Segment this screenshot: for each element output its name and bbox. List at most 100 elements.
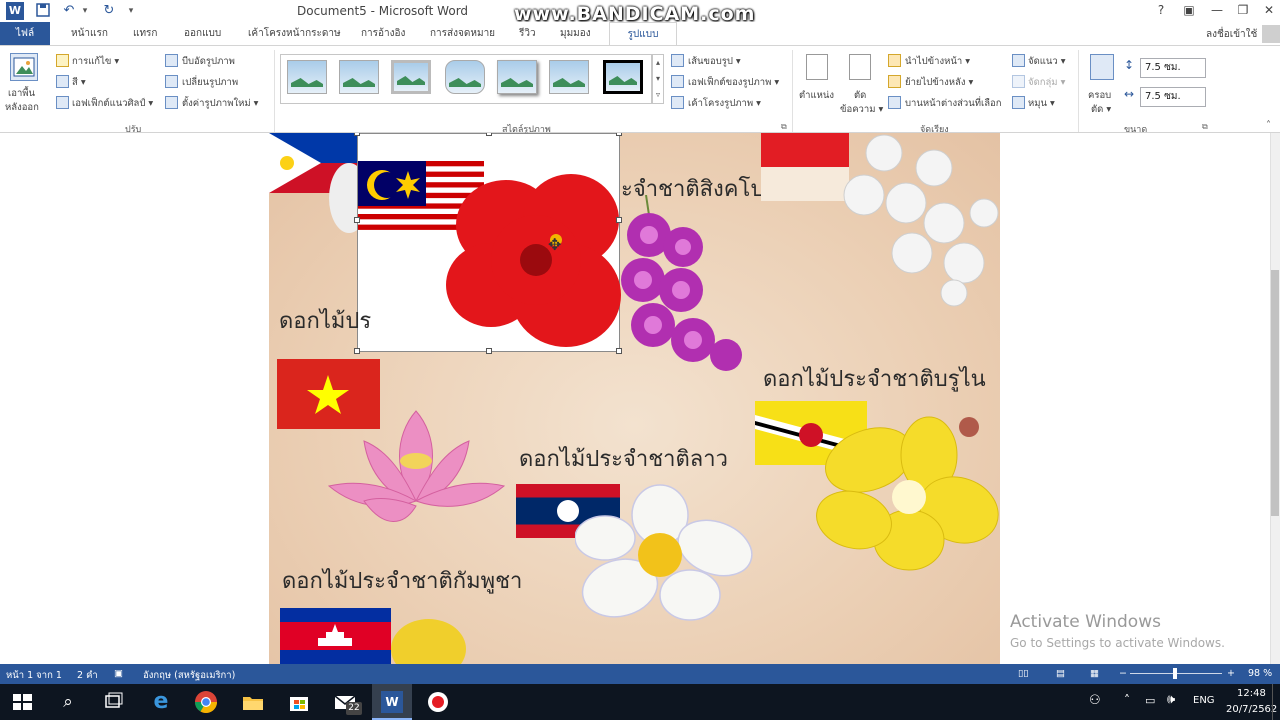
color-button[interactable]: สี ▾ [72,75,86,90]
proofing-icon[interactable]: ▣ [114,668,123,679]
redo-icon[interactable]: ↻ [100,2,118,20]
tab-references[interactable]: การอ้างอิง [361,26,405,41]
task-view-icon[interactable] [100,689,126,715]
clock-time[interactable]: 12:48 [1237,688,1266,699]
picture-style-thumb[interactable] [497,60,537,94]
crop-button[interactable]: ครอบ [1088,88,1111,103]
taskbar-word-active[interactable]: W [372,684,412,720]
tab-review[interactable]: รีวิว [519,26,536,41]
position-button[interactable]: ตำแหน่ง [799,88,834,103]
tab-file[interactable]: ไฟล์ [0,22,50,45]
reset-picture-icon[interactable] [165,96,178,109]
word-taskbar-icon[interactable]: W [381,691,403,713]
selected-picture-malaysia[interactable] [354,133,622,354]
send-backward-icon[interactable] [888,75,901,88]
size-dialog-launcher-icon[interactable]: ⧉ [1202,122,1208,132]
group-objects-button[interactable]: จัดกลุ่ม ▾ [1028,75,1065,90]
align-button[interactable]: จัดแนว ▾ [1028,54,1065,69]
picture-layout-button[interactable]: เค้าโครงรูปภาพ ▾ [688,96,761,111]
word-count[interactable]: 2 คำ [77,668,98,683]
file-explorer-icon[interactable] [240,689,266,715]
zoom-slider-thumb[interactable] [1172,668,1177,679]
zoom-percent[interactable]: 98 % [1248,668,1272,679]
crop-button-2[interactable]: ตัด ▾ [1091,102,1111,117]
resize-handle[interactable] [486,133,492,136]
send-backward-button[interactable]: ย้ายไปข้างหลัง ▾ [905,75,973,90]
yellow-flower-image[interactable] [814,415,1000,573]
resize-handle[interactable] [354,133,360,136]
resize-handle[interactable] [616,217,622,223]
battery-icon[interactable]: ▭ [1145,694,1155,707]
artistic-effects-button[interactable]: เอฟเฟ็กต์แนวศิลป์ ▾ [72,96,153,111]
selection-pane-icon[interactable] [888,96,901,109]
hibiscus-image[interactable] [446,170,621,352]
page-count[interactable]: หน้า 1 จาก 1 [6,668,62,683]
tab-home[interactable]: หน้าแรก [71,26,108,41]
chrome-icon[interactable] [193,689,219,715]
remove-background-icon[interactable] [10,53,38,81]
windows-start-icon[interactable] [9,689,35,715]
cambodia-flag[interactable] [280,608,391,664]
input-language[interactable]: ENG [1193,695,1215,706]
document-page[interactable]: ะจำชาติสิงคโปร์ ✥ ดอกไม้ปร ดอกไม้ประจำชา… [269,133,1000,664]
word-app-icon[interactable]: W [6,2,24,20]
avatar[interactable] [1262,25,1280,43]
group-objects-icon[interactable] [1012,75,1025,88]
picture-effects-button[interactable]: เอฟเฟ็กต์ของรูปภาพ ▾ [688,75,779,90]
wrap-text-button-2[interactable]: ข้อความ ▾ [840,102,883,117]
picture-style-thumb[interactable] [445,60,485,94]
picture-style-thumb[interactable] [603,60,643,94]
print-layout-icon[interactable]: ▤ [1056,668,1065,679]
position-icon[interactable] [806,54,828,80]
frangipani-image[interactable] [574,483,755,623]
store-icon[interactable] [286,689,312,715]
dialog-launcher-icon[interactable]: ⧉ [781,122,787,132]
tab-format[interactable]: รูปแบบ [609,22,677,45]
height-input[interactable]: 7.5 ซม. [1140,58,1206,78]
selection-pane-button[interactable]: บานหน้าต่างส่วนที่เลือก [905,96,1002,111]
scrollbar-thumb[interactable] [1271,270,1279,516]
resize-handle[interactable] [354,348,360,354]
lotus-image[interactable] [324,391,509,531]
show-desktop-button[interactable] [1272,684,1280,720]
tab-insert[interactable]: แทรก [133,26,157,41]
zoom-out-button[interactable]: − [1119,668,1127,679]
tab-layout[interactable]: เค้าโครงหน้ากระดาษ [248,26,341,41]
corrections-button[interactable]: การแก้ไข ▾ [72,54,119,69]
language-indicator[interactable]: อังกฤษ (สหรัฐอเมริกา) [143,668,235,683]
change-picture-icon[interactable] [165,75,178,88]
artistic-effects-icon[interactable] [56,96,69,109]
color-icon[interactable] [56,75,69,88]
read-mode-icon[interactable]: ▯▯ [1018,668,1028,679]
resize-handle[interactable] [354,217,360,223]
purple-orchid-image[interactable] [621,194,751,375]
resize-handle[interactable] [616,348,622,354]
rotate-icon[interactable] [1012,96,1025,109]
tab-view[interactable]: มุมมอง [560,26,591,41]
picture-border-button[interactable]: เส้นขอบรูป ▾ [688,54,741,69]
resize-handle[interactable] [616,133,622,136]
yellow-flower-cambodia-image[interactable] [391,619,466,664]
picture-style-thumb[interactable] [549,60,589,94]
resize-handle[interactable] [486,348,492,354]
picture-border-icon[interactable] [671,54,684,67]
bring-forward-icon[interactable] [888,54,901,67]
rotate-button[interactable]: หมุน ▾ [1028,96,1055,111]
remove-background-label[interactable]: เอาพื้น [8,86,35,101]
tab-design[interactable]: ออกแบบ [184,26,221,41]
white-orchid-image[interactable] [834,133,1000,308]
collapse-ribbon-icon[interactable]: ˄ [1266,120,1271,131]
picture-layout-icon[interactable] [671,96,684,109]
help-button[interactable]: ? [1148,1,1174,19]
picture-style-thumb[interactable] [339,60,379,94]
align-icon[interactable] [1012,54,1025,67]
edge-browser-icon[interactable]: e [148,689,174,715]
close-button[interactable]: ✕ [1256,1,1280,19]
volume-icon[interactable]: 🕪 [1167,692,1175,707]
reset-picture-button[interactable]: ตั้งค่ารูปภาพใหม่ ▾ [182,96,258,111]
recorder-icon[interactable] [425,689,451,715]
wrap-text-icon[interactable] [849,54,871,80]
bring-forward-button[interactable]: นำไปข้างหน้า ▾ [905,54,970,69]
tab-mailings[interactable]: การส่งจดหมาย [430,26,495,41]
gallery-scroll-icon[interactable]: ▴ ▾ ▿ [652,54,664,104]
